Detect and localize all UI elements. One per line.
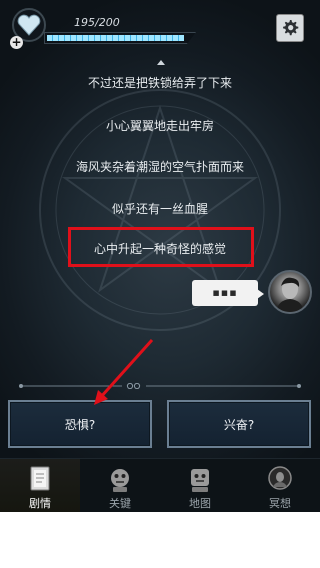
story-line: 小心翼翼地走出牢房 [105, 119, 214, 133]
energy-bar [44, 32, 196, 44]
nav-label-key: 关键 [109, 497, 131, 510]
map-robot-icon [191, 469, 209, 492]
bottom-nav: 剧情 关键 地图 冥想 [0, 458, 320, 513]
energy-bar-fill [47, 35, 184, 41]
choice-divider [19, 383, 301, 389]
bottom-blank-area [0, 512, 320, 568]
red-arrow-annotation-icon [94, 338, 154, 405]
scroll-up-indicator-icon [157, 60, 165, 65]
settings-button[interactable] [276, 14, 304, 42]
heart-icon [17, 14, 41, 36]
nav-label-map: 地图 [189, 497, 211, 510]
choice-excitement-label: 兴奋? [223, 417, 255, 432]
player-portrait-icon [276, 277, 304, 312]
nav-label-story: 剧情 [29, 497, 51, 510]
key-robot-icon [111, 469, 129, 492]
story-line: 海风夹杂着潮湿的空气扑面而来 [75, 160, 244, 174]
nav-tab-meditate[interactable]: 冥想 [240, 459, 320, 513]
story-line: 似乎还有一丝血腥 [111, 202, 208, 216]
nav-tab-key[interactable]: 关键 [80, 459, 160, 513]
story-book-icon [30, 466, 50, 491]
story-line: 不过还是把铁锁给弄了下来 [87, 76, 232, 90]
gear-icon [283, 20, 299, 36]
nav-tab-story[interactable]: 剧情 [0, 459, 80, 513]
add-energy-button[interactable]: + [10, 36, 23, 49]
player-speech-bubble: ▪▪▪ [192, 280, 264, 306]
game-scene: + 195/200 不过还是把铁锁给弄了下来 小心翼翼地走出牢房 海风夹杂着潮湿… [0, 0, 320, 568]
player-bubble-text: ▪▪▪ [212, 286, 238, 299]
choice-excitement-button[interactable]: 兴奋? [167, 400, 311, 448]
nav-tab-map[interactable]: 地图 [160, 459, 240, 513]
highlight-annotation-box [68, 227, 254, 267]
meditate-portrait-icon [268, 466, 292, 490]
choice-fear-label: 恐惧? [64, 417, 96, 432]
nav-label-meditate: 冥想 [269, 497, 291, 510]
energy-counter: 195/200 [74, 16, 120, 29]
player-avatar[interactable] [268, 270, 312, 314]
